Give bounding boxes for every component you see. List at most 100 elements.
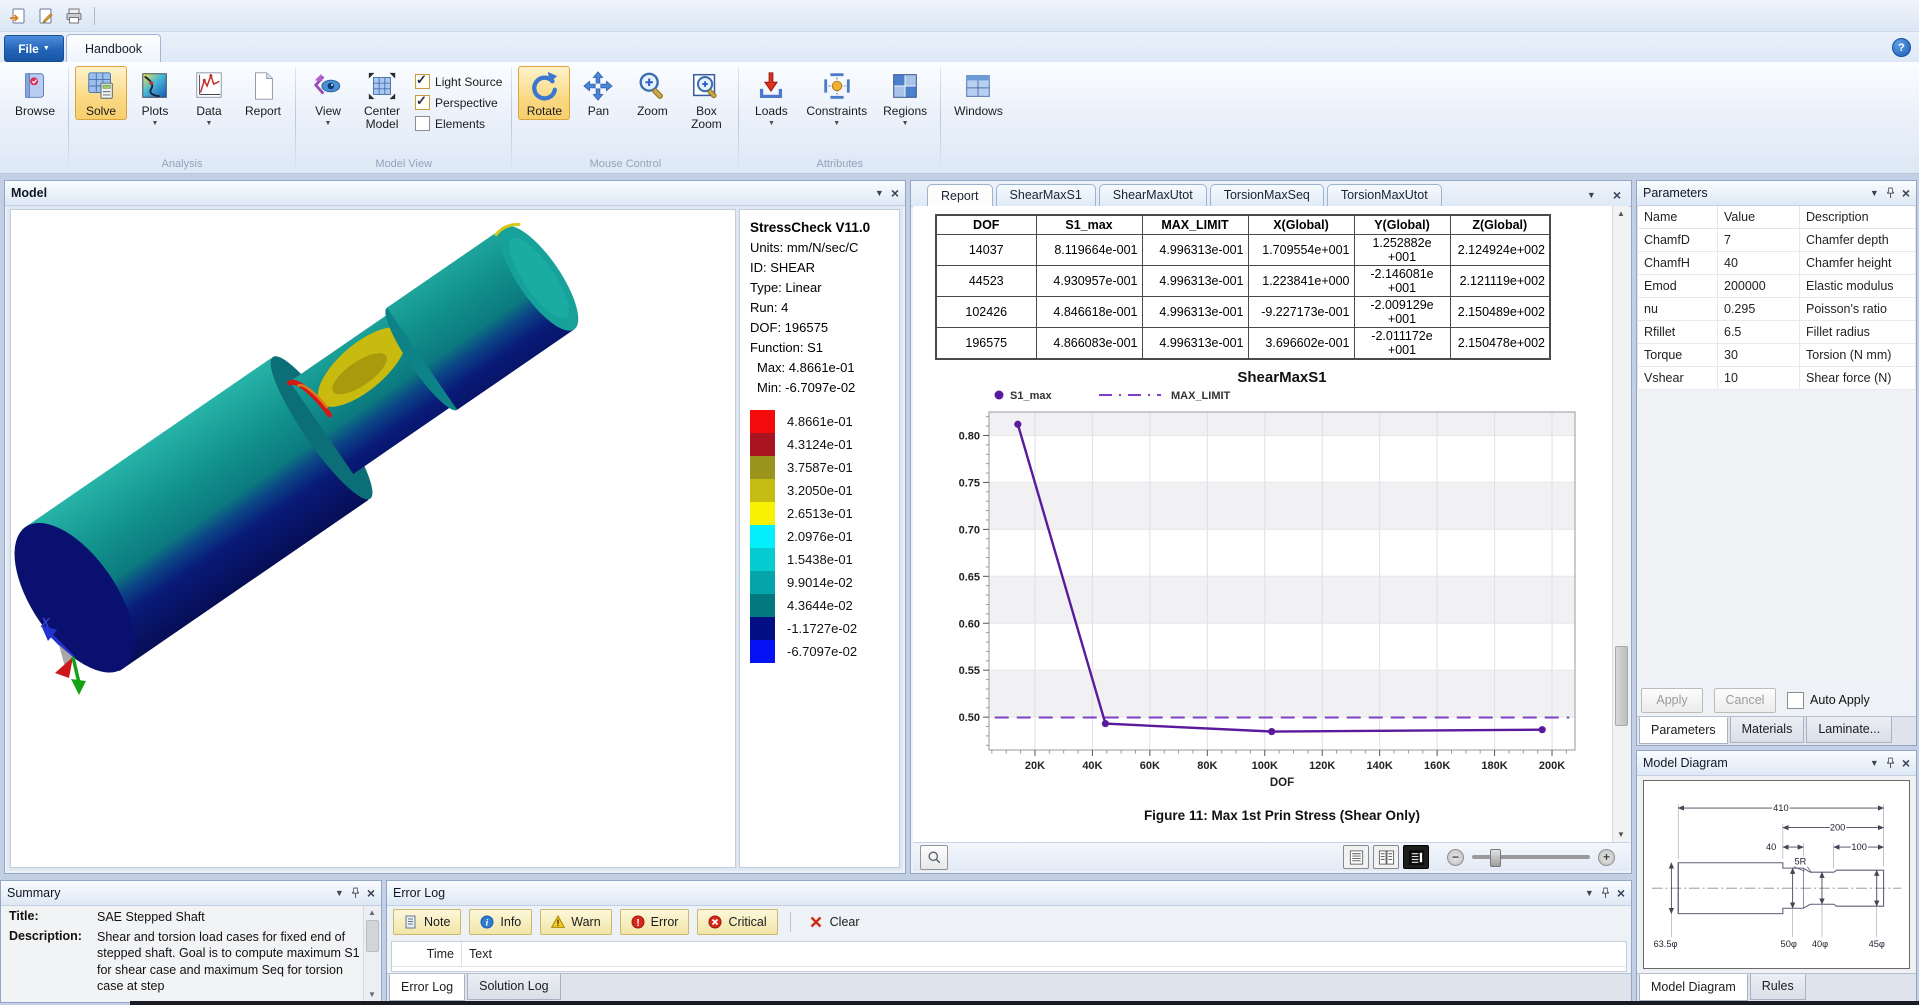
view-button[interactable]: View▼ — [302, 66, 354, 129]
checkbox-perspective-box[interactable] — [415, 95, 430, 110]
apply-button[interactable]: Apply — [1641, 688, 1703, 713]
critical-filter-button[interactable]: Critical — [697, 909, 777, 935]
column-header-time[interactable]: Time — [392, 947, 461, 961]
close-icon[interactable]: × — [891, 187, 899, 199]
constraints-button[interactable]: Constraints▼ — [799, 66, 874, 129]
column-header-description[interactable]: Description — [1800, 206, 1916, 229]
tab-rules[interactable]: Rules — [1750, 974, 1806, 1000]
pin-icon[interactable] — [1886, 187, 1895, 199]
clear-button[interactable]: Clear — [801, 915, 868, 929]
tab-shearmaxs1[interactable]: ShearMaxS1 — [996, 184, 1096, 206]
tab-torsionmaxutot[interactable]: TorsionMaxUtot — [1327, 184, 1442, 206]
close-icon[interactable]: × — [367, 887, 375, 899]
parameter-value-cell[interactable]: 6.5 — [1718, 321, 1800, 344]
note-filter-button[interactable]: Note — [393, 909, 461, 935]
parameter-value-cell[interactable]: 30 — [1718, 344, 1800, 367]
column-header-text[interactable]: Text — [462, 947, 492, 961]
error-icon: ! — [631, 915, 645, 929]
window-position-icon[interactable]: ▼ — [875, 189, 884, 198]
cancel-button[interactable]: Cancel — [1714, 688, 1776, 713]
scroll-down-icon[interactable]: ▼ — [1613, 830, 1629, 839]
single-page-view-button[interactable] — [1343, 845, 1369, 869]
zoom-out-button[interactable]: − — [1447, 849, 1464, 866]
info-filter-button[interactable]: iInfo — [469, 909, 532, 935]
warn-filter-button[interactable]: !Warn — [540, 909, 611, 935]
tab-report[interactable]: Report — [927, 184, 993, 207]
two-page-view-button[interactable] — [1373, 845, 1399, 869]
tab-parameters[interactable]: Parameters — [1639, 717, 1728, 744]
box-zoom-button[interactable]: Box Zoom — [680, 66, 732, 133]
zoom-slider-thumb[interactable] — [1490, 849, 1501, 867]
checkbox-perspective[interactable]: Perspective — [415, 95, 502, 110]
window-position-icon[interactable]: ▼ — [1870, 189, 1879, 198]
tab-error-log[interactable]: Error Log — [389, 974, 465, 1001]
solve-button[interactable]: Solve — [75, 66, 127, 120]
zoom-in-button[interactable]: + — [1598, 849, 1615, 866]
vertical-scrollbar[interactable]: ▲ ▼ — [1612, 206, 1629, 842]
tab-handbook[interactable]: Handbook — [66, 34, 161, 62]
scrollbar-thumb[interactable] — [366, 920, 379, 952]
tab-laminate[interactable]: Laminate... — [1806, 717, 1892, 743]
close-icon[interactable]: × — [1617, 887, 1625, 899]
save-model-icon[interactable] — [36, 6, 56, 26]
plots-button[interactable]: Plots▼ — [129, 66, 181, 129]
search-button[interactable] — [920, 845, 948, 870]
page-with-sidebar-view-button[interactable] — [1403, 845, 1429, 869]
import-file-icon[interactable] — [8, 6, 28, 26]
scroll-down-icon[interactable]: ▼ — [364, 990, 380, 999]
parameter-value-cell[interactable]: 40 — [1718, 252, 1800, 275]
rotate-button[interactable]: Rotate — [518, 66, 570, 120]
summary-scrollbar[interactable]: ▲ ▼ — [363, 906, 380, 1001]
scroll-up-icon[interactable]: ▲ — [1613, 209, 1629, 218]
window-position-icon[interactable]: ▼ — [335, 889, 344, 898]
legend-info-line: Function: S1 — [750, 338, 895, 358]
tab-solution-log[interactable]: Solution Log — [467, 974, 561, 1000]
close-icon[interactable]: × — [1613, 189, 1621, 201]
color-swatch — [750, 502, 775, 525]
ribbon-button-label: Zoom — [637, 105, 668, 118]
print-icon[interactable] — [64, 6, 84, 26]
regions-button[interactable]: Regions▼ — [876, 66, 934, 129]
window-position-icon[interactable]: ▼ — [1870, 759, 1879, 768]
column-header-name[interactable]: Name — [1638, 206, 1718, 229]
window-position-icon[interactable]: ▼ — [1587, 191, 1596, 200]
checkbox-elements-box[interactable] — [415, 116, 430, 131]
parameter-value-cell[interactable]: 0.295 — [1718, 298, 1800, 321]
report-button[interactable]: Report — [237, 66, 289, 120]
parameter-value-cell[interactable]: 200000 — [1718, 275, 1800, 298]
close-icon[interactable]: × — [1902, 757, 1910, 769]
error-filter-button[interactable]: !Error — [620, 909, 690, 935]
checkbox-light-source[interactable]: Light Source — [415, 74, 502, 89]
pin-icon[interactable] — [1886, 757, 1895, 769]
browse-button[interactable]: Browse — [8, 66, 62, 120]
parameter-cell: Emod — [1638, 275, 1718, 298]
auto-apply-checkbox[interactable] — [1787, 692, 1804, 709]
file-menu-button[interactable]: File ▼ — [4, 35, 64, 62]
window-position-icon[interactable]: ▼ — [1585, 889, 1594, 898]
close-icon[interactable]: × — [1902, 187, 1910, 199]
scrollbar-thumb[interactable] — [1615, 646, 1628, 726]
data-button[interactable]: Data▼ — [183, 66, 235, 129]
help-icon[interactable]: ? — [1892, 38, 1911, 57]
pin-icon[interactable] — [351, 887, 360, 899]
color-swatch — [750, 479, 775, 502]
pan-button[interactable]: Pan — [572, 66, 624, 120]
pin-icon[interactable] — [1601, 887, 1610, 899]
scroll-up-icon[interactable]: ▲ — [364, 908, 380, 917]
checkbox-light-source-box[interactable] — [415, 74, 430, 89]
checkbox-elements[interactable]: Elements — [415, 116, 502, 131]
tab-model-diagram[interactable]: Model Diagram — [1639, 974, 1748, 1001]
windows-button[interactable]: Windows — [947, 66, 1010, 120]
column-header-value[interactable]: Value — [1718, 206, 1800, 229]
zoom-button[interactable]: Zoom — [626, 66, 678, 120]
loads-button[interactable]: Loads▼ — [745, 66, 797, 129]
tab-torsionmaxseq[interactable]: TorsionMaxSeq — [1210, 184, 1324, 206]
tab-materials[interactable]: Materials — [1730, 717, 1805, 743]
center-model-button[interactable]: Center Model — [356, 66, 408, 133]
parameter-value-cell[interactable]: 7 — [1718, 229, 1800, 252]
parameter-value-cell[interactable]: 10 — [1718, 367, 1800, 390]
tab-shearmaxutot[interactable]: ShearMaxUtot — [1099, 184, 1207, 206]
model-3d-viewport[interactable]: X — [10, 209, 736, 868]
report-cell: 2.124924e+002 — [1450, 235, 1550, 266]
zoom-slider[interactable] — [1472, 855, 1590, 859]
